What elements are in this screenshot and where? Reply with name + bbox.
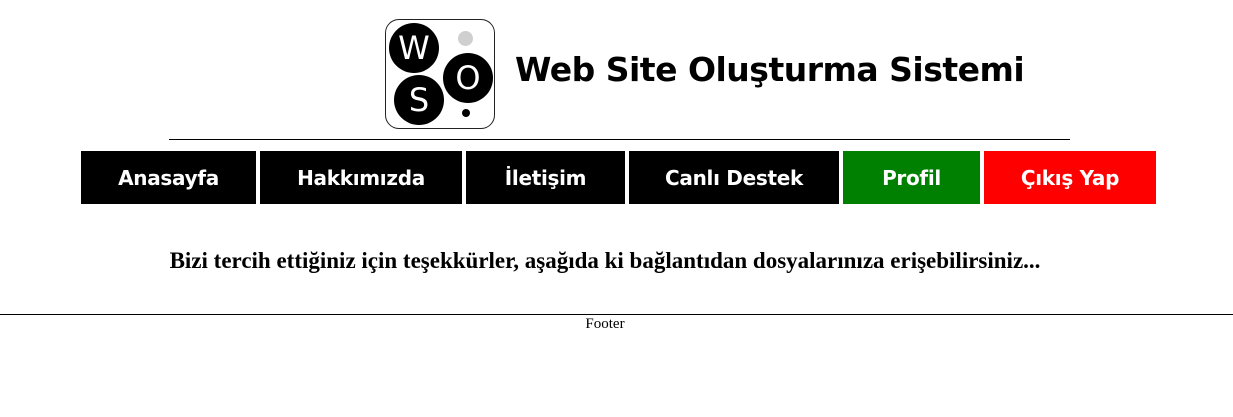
header-divider xyxy=(169,139,1070,140)
logo-circle-w: W xyxy=(389,23,439,73)
logo-circle-o: O xyxy=(443,53,493,103)
nav-item-logout[interactable]: Çıkış Yap xyxy=(984,151,1156,204)
logo-circle-s: S xyxy=(394,75,444,125)
site-title: Web Site Oluşturma Sistemi xyxy=(515,50,1025,89)
nav-item-home[interactable]: Anasayfa xyxy=(81,151,256,204)
thank-you-message: Bizi tercih ettiğiniz için teşekkürler, … xyxy=(169,248,1041,273)
nav-item-about[interactable]: Hakkımızda xyxy=(260,151,462,204)
logo-dot-gray xyxy=(458,31,473,46)
nav-item-contact[interactable]: İletişim xyxy=(466,151,625,204)
footer-divider xyxy=(0,314,1233,315)
logo-dot-black xyxy=(462,109,470,117)
nav-item-profile[interactable]: Profil xyxy=(843,151,980,204)
main-nav: Anasayfa Hakkımızda İletişim Canlı Deste… xyxy=(81,151,1156,204)
page: W O S Web Site Oluşturma Sistemi Anasayf… xyxy=(0,0,1233,417)
site-logo[interactable]: W O S xyxy=(385,19,495,129)
nav-item-live-support[interactable]: Canlı Destek xyxy=(629,151,839,204)
footer-text: Footer xyxy=(585,316,625,332)
